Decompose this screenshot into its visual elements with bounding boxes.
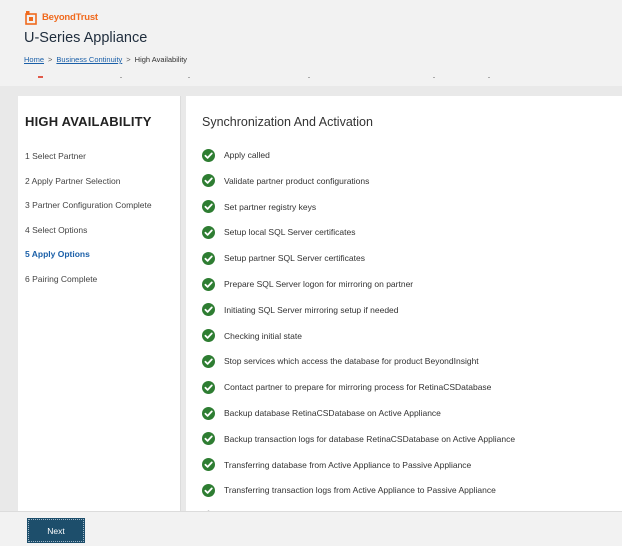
task-row: Backup transaction logs for database Ret…: [202, 431, 515, 447]
task-label: Initiating SQL Server mirroring setup if…: [224, 304, 399, 315]
header-divider: [38, 76, 490, 78]
check-circle-icon: [202, 380, 215, 394]
breadcrumb: Home > Business Continuity > High Availa…: [24, 55, 187, 64]
app-header: BeyondTrust U-Series Appliance Home > Bu…: [0, 0, 622, 86]
wizard-step: 1 Select Partner: [25, 151, 86, 161]
check-circle-icon: [202, 406, 215, 420]
app-title: U-Series Appliance: [24, 30, 148, 46]
task-label: Transferring database from Active Applia…: [224, 459, 472, 470]
task-row: Initiating SQL Server mirroring setup if…: [202, 302, 399, 318]
task-label: Transferring transaction logs from Activ…: [224, 485, 496, 496]
wizard-step: 2 Apply Partner Selection: [25, 175, 121, 186]
task-label: Validate partner product configurations: [224, 175, 370, 186]
task-row: Set partner registry keys: [202, 199, 316, 215]
task-label: Stop services which access the database …: [224, 356, 479, 367]
task-row: Prepare SQL Server logon for mirroring o…: [202, 276, 413, 292]
next-button[interactable]: Next: [27, 518, 85, 543]
footer-bar: Next: [0, 511, 622, 546]
content-area: HIGH AVAILABILITY 1 Select Partner 2 Appl…: [0, 86, 622, 523]
task-row: Stop services which access the database …: [202, 353, 479, 369]
check-circle-icon: [202, 354, 215, 368]
brand: BeyondTrust: [25, 10, 98, 25]
check-circle-icon: [202, 432, 215, 446]
task-label: Checking initial state: [224, 330, 302, 341]
task-row: Contact partner to prepare for mirroring…: [202, 379, 491, 395]
check-circle-icon: [202, 483, 215, 497]
check-circle-icon: [202, 174, 215, 188]
check-circle-icon: [202, 225, 215, 239]
brand-name: BeyondTrust: [42, 12, 98, 23]
task-row: Validate partner product configurations: [202, 173, 369, 189]
task-label: Setup partner SQL Server certificates: [224, 253, 365, 264]
task-label: Set partner registry keys: [224, 201, 317, 212]
main-panel: Synchronization And Activation Apply cal…: [186, 96, 622, 523]
section-title: Synchronization And Activation: [202, 115, 373, 129]
task-row: Setup partner SQL Server certificates: [202, 250, 365, 266]
wizard-step: 4 Select Options: [25, 224, 88, 235]
task-label: Apply called: [224, 150, 270, 160]
breadcrumb-separator: >: [48, 55, 53, 64]
task-row: Transferring transaction logs from Activ…: [202, 482, 496, 498]
task-label: Prepare SQL Server logon for mirroring o…: [224, 279, 414, 289]
breadcrumb-business-continuity-link[interactable]: Business Continuity: [56, 55, 122, 64]
breadcrumb-current: High Availability: [134, 55, 188, 64]
task-row: Transferring database from Active Applia…: [202, 457, 471, 473]
check-circle-icon: [202, 329, 215, 343]
check-circle-icon: [202, 277, 215, 291]
task-label: Backup database RetinaCSDatabase on Acti…: [224, 408, 441, 418]
task-row: Setup local SQL Server certificates: [202, 224, 356, 240]
sidebar-title: HIGH AVAILABILITY: [25, 114, 152, 129]
wizard-step: 5 Apply Options: [25, 249, 90, 260]
check-circle-icon: [202, 148, 215, 162]
breadcrumb-separator: >: [126, 55, 131, 64]
beyondtrust-logo-icon: [25, 11, 37, 25]
task-label: Contact partner to prepare for mirroring…: [224, 382, 492, 393]
task-row: Backup database RetinaCSDatabase on Acti…: [202, 405, 441, 421]
task-row: Checking initial state: [202, 328, 302, 344]
check-circle-icon: [202, 251, 215, 265]
wizard-step: 6 Pairing Complete: [25, 274, 98, 284]
task-label: Setup local SQL Server certificates: [224, 227, 356, 238]
check-circle-icon: [202, 458, 215, 472]
check-circle-icon: [202, 303, 215, 317]
wizard-sidebar: HIGH AVAILABILITY 1 Select Partner 2 Appl…: [18, 96, 181, 511]
check-circle-icon: [202, 200, 215, 214]
task-row: Apply called: [202, 147, 270, 163]
task-label: Backup transaction logs for database Ret…: [224, 433, 516, 444]
wizard-step: 3 Partner Configuration Complete: [25, 200, 152, 211]
breadcrumb-home-link[interactable]: Home: [24, 55, 44, 64]
